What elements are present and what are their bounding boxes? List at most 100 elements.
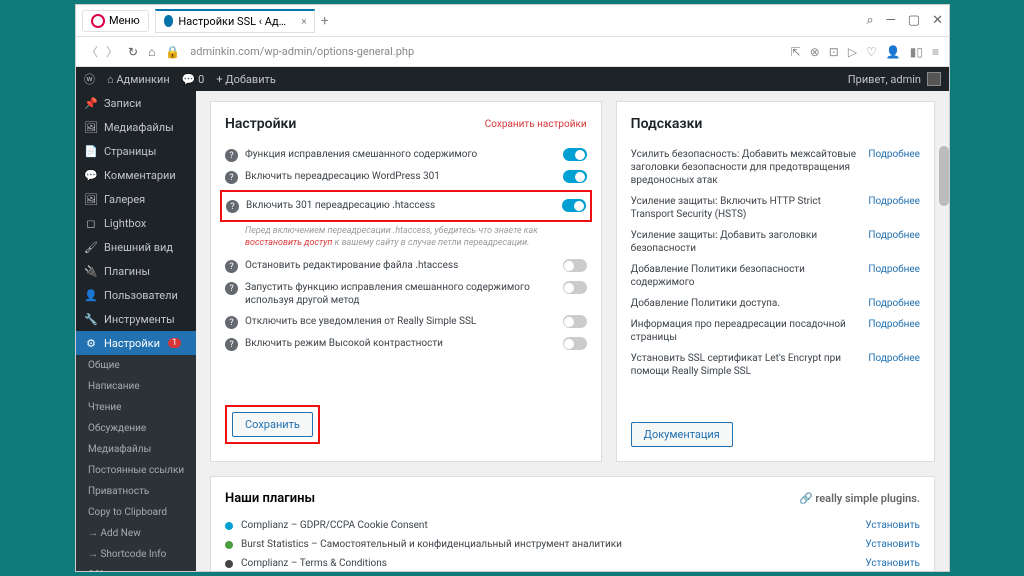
setting-row: ?Запустить функцию исправления смешанног…: [225, 277, 587, 311]
sidebar-item[interactable]: 👤Пользователи: [76, 283, 196, 307]
address-bar: 〈〉 ↻ ⌂ 🔒 adminkin.com/wp-admin/options-g…: [76, 37, 949, 67]
opera-menu[interactable]: Меню: [82, 10, 149, 32]
sidebar-subitem[interactable]: Медиафайлы: [76, 439, 196, 460]
minimize-icon[interactable]: —: [886, 13, 896, 28]
back-icon[interactable]: 〈: [86, 43, 98, 60]
tip-row: Информация про переадресации посадочной …: [631, 314, 920, 348]
sidebar-subitem[interactable]: Написание: [76, 376, 196, 397]
setting-row: ?Остановить редактирование файла .htacce…: [225, 255, 587, 277]
more-link[interactable]: Подробнее: [868, 297, 920, 310]
toggle[interactable]: [563, 315, 587, 328]
install-link[interactable]: Установить: [865, 539, 920, 550]
sidebar-subitem[interactable]: Чтение: [76, 397, 196, 418]
more-link[interactable]: Подробнее: [868, 148, 920, 187]
ext-icon[interactable]: ⊗: [810, 45, 820, 59]
sidebar-subitem[interactable]: Copy to Clipboard: [76, 502, 196, 523]
tips-panel: Подсказки Усилить безопасность: Добавить…: [616, 101, 935, 462]
close-window-icon[interactable]: ✕: [932, 13, 943, 28]
plugins-title: Наши плагины: [225, 491, 315, 506]
tip-row: Усиление защиты: Включить HTTP Strict Tr…: [631, 191, 920, 225]
setting-row: ?Отключить все уведомления от Really Sim…: [225, 311, 587, 333]
sidebar-item[interactable]: 🖼Галерея: [76, 187, 196, 211]
help-icon[interactable]: ?: [225, 282, 238, 295]
docs-button[interactable]: Документация: [631, 422, 733, 447]
setting-row: ?Включить режим Высокой контрастности: [225, 333, 587, 355]
sidebar-item[interactable]: 📌Записи: [76, 91, 196, 115]
setting-row: ?Включить переадресацию WordPress 301: [225, 166, 587, 188]
site-link[interactable]: ⌂ Админкин: [107, 73, 170, 86]
url-field[interactable]: adminkin.com/wp-admin/options-general.ph…: [190, 45, 780, 58]
more-link[interactable]: Подробнее: [868, 195, 920, 221]
sidebar-item[interactable]: 🔌Плагины: [76, 259, 196, 283]
maximize-icon[interactable]: ▢: [908, 13, 920, 28]
sidebar-item[interactable]: 🖌Внешний вид: [76, 235, 196, 259]
toggle[interactable]: [563, 148, 587, 161]
search-icon[interactable]: ⌕: [866, 13, 873, 28]
help-text: Перед включением переадресации .htaccess…: [225, 224, 587, 255]
toggle[interactable]: [563, 281, 587, 294]
tips-title: Подсказки: [631, 116, 703, 132]
toggle[interactable]: [563, 337, 587, 350]
help-icon[interactable]: ?: [225, 149, 238, 162]
toggle[interactable]: [562, 199, 586, 212]
toggle[interactable]: [563, 170, 587, 183]
sidebar-subitem[interactable]: Обсуждение: [76, 418, 196, 439]
sidebar-subitem[interactable]: → Add New: [76, 523, 196, 544]
sidebar-item[interactable]: 📄Страницы: [76, 139, 196, 163]
install-link[interactable]: Установить: [865, 520, 920, 531]
install-link[interactable]: Установить: [865, 558, 920, 569]
tip-row: Добавление Политики доступа.Подробнее: [631, 293, 920, 314]
sidebar-item[interactable]: 💬Комментарии: [76, 163, 196, 187]
scrollbar[interactable]: [939, 146, 949, 206]
plugins-panel: Наши плагины🔗 really simple plugins. Com…: [210, 476, 935, 571]
home-icon[interactable]: ⌂: [148, 45, 155, 59]
forward-icon[interactable]: 〉: [106, 43, 118, 60]
more-link[interactable]: Подробнее: [868, 263, 920, 289]
plugin-row: Complianz – GDPR/CCPA Cookie ConsentУста…: [225, 516, 920, 535]
menu-icon[interactable]: ≡: [932, 45, 939, 59]
bookmark-icon[interactable]: ♡: [866, 45, 877, 59]
close-tab-icon[interactable]: ×: [301, 15, 306, 28]
comments-link[interactable]: 💬 0: [182, 73, 205, 86]
more-link[interactable]: Подробнее: [868, 229, 920, 255]
new-tab-button[interactable]: +: [321, 13, 329, 29]
sidebar-subitem-ssl[interactable]: SSL 1: [76, 565, 196, 571]
help-icon[interactable]: ?: [225, 260, 238, 273]
sidebar-item[interactable]: ◻Lightbox: [76, 211, 196, 235]
wp-logo-icon[interactable]: ⓦ: [84, 71, 95, 87]
battery-icon[interactable]: ▮▯: [910, 45, 923, 59]
ext-icon[interactable]: ⇱: [791, 45, 801, 59]
sidebar-item[interactable]: 🔧Инструменты: [76, 307, 196, 331]
more-link[interactable]: Подробнее: [868, 318, 920, 344]
sidebar-subitem[interactable]: → Shortcode Info: [76, 544, 196, 565]
save-hint: Сохранить настройки: [485, 119, 587, 130]
sidebar-subitem[interactable]: Приватность: [76, 481, 196, 502]
save-button[interactable]: Сохранить: [232, 412, 313, 437]
help-icon[interactable]: ?: [226, 200, 239, 213]
greeting[interactable]: Привет, admin: [848, 73, 921, 86]
ext-icon[interactable]: ⊡: [829, 45, 839, 59]
sidebar-subitem[interactable]: Постоянные ссылки: [76, 460, 196, 481]
restore-access-link[interactable]: восстановить доступ: [245, 238, 332, 248]
setting-row: ?Функция исправления смешанного содержим…: [225, 144, 587, 166]
sidebar-item[interactable]: 🖼Медиафайлы: [76, 115, 196, 139]
toggle[interactable]: [563, 259, 587, 272]
help-icon[interactable]: ?: [225, 338, 238, 351]
admin-sidebar: 📌Записи🖼Медиафайлы📄Страницы💬Комментарии🖼…: [76, 91, 196, 571]
reload-icon[interactable]: ↻: [128, 45, 138, 59]
browser-titlebar: Меню Настройки SSL ‹ Админки...× + ⌕ — ▢…: [76, 5, 949, 37]
wp-admin-bar: ⓦ ⌂ Админкин 💬 0 + Добавить Привет, admi…: [76, 67, 949, 91]
ext-icon[interactable]: ▷: [848, 45, 857, 59]
help-icon[interactable]: ?: [225, 316, 238, 329]
tip-row: Добавление Политики безопасности содержи…: [631, 259, 920, 293]
avatar[interactable]: [927, 72, 941, 86]
browser-tab[interactable]: Настройки SSL ‹ Админки...×: [155, 9, 315, 33]
add-new-link[interactable]: + Добавить: [216, 73, 276, 86]
sidebar-subitem[interactable]: Общие: [76, 355, 196, 376]
plugin-row: Burst Statistics – Самостоятельный и кон…: [225, 535, 920, 554]
more-link[interactable]: Подробнее: [868, 352, 920, 378]
profile-icon[interactable]: 👤: [886, 45, 901, 59]
lock-icon: 🔒: [165, 45, 180, 59]
help-icon[interactable]: ?: [225, 171, 238, 184]
sidebar-item[interactable]: ⚙Настройки1: [76, 331, 196, 355]
